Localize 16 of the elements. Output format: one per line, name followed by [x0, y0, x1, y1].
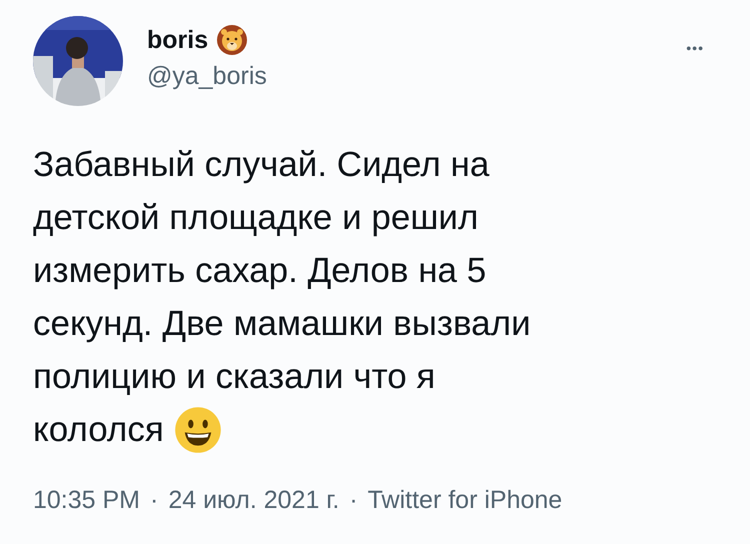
smiley-icon [174, 406, 222, 454]
user-name[interactable]: boris [147, 26, 208, 54]
tweet-text-line: секунд. Две мамашки вызвали [33, 304, 531, 344]
tweet-text-line: Забавный случай. Сидел на [33, 144, 490, 184]
tweet-text-line: измерить сахар. Делов на 5 [33, 250, 486, 290]
tweet-date: 24 июл. 2021 г. [168, 486, 340, 515]
tweet-text-line: полицию и сказали что я [33, 356, 436, 396]
tweet-text-line: детской площадке и решил [33, 198, 478, 238]
more-icon[interactable]: ••• [686, 40, 704, 56]
source-link[interactable]: Twitter for iPhone [368, 486, 562, 515]
tweet-time[interactable]: 10:35 PM [33, 486, 140, 515]
separator-dot: · [149, 486, 160, 515]
tweet-text-line: кололся [33, 410, 164, 450]
user-handle[interactable]: @ya_boris [147, 62, 267, 91]
separator-dot: · [348, 486, 359, 515]
lion-icon [216, 24, 248, 56]
